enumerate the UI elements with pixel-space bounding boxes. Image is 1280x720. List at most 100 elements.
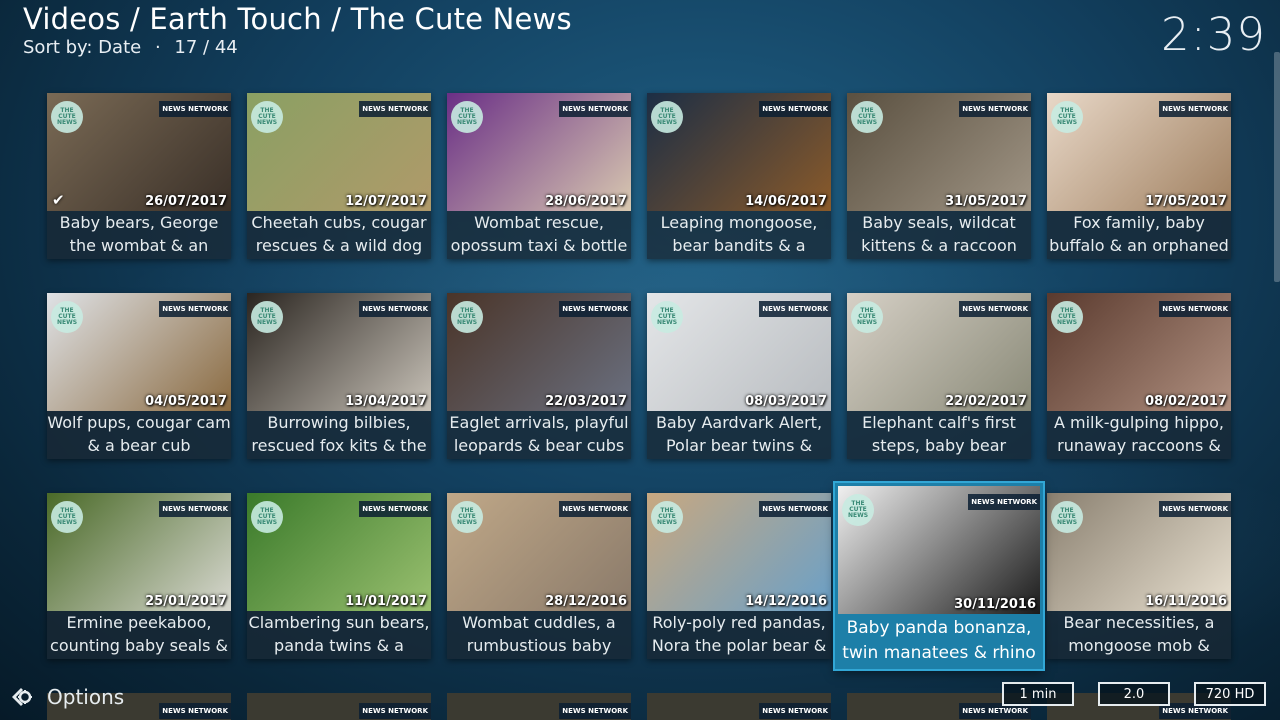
video-thumbnail: THE CUTE NEWS NEWS NETWORK 08/03/2017 [647, 293, 831, 411]
video-tile[interactable]: THE CUTE NEWS NEWS NETWORK 25/01/2017 Ermine … [47, 493, 231, 659]
video-tile[interactable]: THE CUTE NEWS NEWS NETWORK 17/05/2017 Fox fam… [1047, 93, 1231, 259]
video-title: Leaping mongoose, bear bandits & a [660, 213, 818, 255]
video-date: 14/06/2017 [745, 194, 827, 209]
video-tile[interactable]: THE CUTE NEWS NEWS NETWORK 08/02/2017 A milk-… [1047, 293, 1231, 459]
news-network-logo: NEWS NETWORK [759, 703, 831, 719]
cute-news-logo: THE CUTE NEWS [651, 101, 683, 133]
video-tile[interactable]: THE CUTE NEWS NEWS NETWORK 08/03/2017 Baby Aa… [647, 293, 831, 459]
video-thumbnail: THE CUTE NEWS NEWS NETWORK 22/03/2017 [447, 293, 631, 411]
video-tile-partial[interactable]: NEWS NETWORK [647, 693, 831, 720]
video-tile[interactable]: THE CUTE NEWS NEWS NETWORK 13/04/2017 Burrowi… [247, 293, 431, 459]
video-thumbnail: THE CUTE NEWS NEWS NETWORK 26/07/2017 ✔ [47, 93, 231, 211]
cute-news-logo: THE CUTE NEWS [251, 501, 283, 533]
video-date: 26/07/2017 [145, 194, 227, 209]
cute-news-logo: THE CUTE NEWS [1051, 301, 1083, 333]
video-tile[interactable]: THE CUTE NEWS NEWS NETWORK 30/11/2016 Baby pa… [835, 483, 1043, 669]
video-tile[interactable]: THE CUTE NEWS NEWS NETWORK 11/01/2017 Clamber… [247, 493, 431, 659]
video-title: Wolf pups, cougar cam & a bear cub [47, 413, 231, 455]
video-title: Fox family, baby buffalo & an orphaned [1049, 213, 1229, 255]
separator: · [154, 37, 161, 58]
scrollbar[interactable] [1274, 52, 1280, 282]
video-date: 08/02/2017 [1145, 394, 1227, 409]
video-thumbnail: THE CUTE NEWS NEWS NETWORK 22/02/2017 [847, 293, 1031, 411]
news-network-logo: NEWS NETWORK [159, 301, 231, 317]
sort-label[interactable]: Sort by: Date [23, 37, 141, 58]
video-thumbnail: THE CUTE NEWS NEWS NETWORK 13/04/2017 [247, 293, 431, 411]
cute-news-logo: THE CUTE NEWS [1051, 101, 1083, 133]
options-label: Options [47, 685, 125, 709]
video-tile[interactable]: THE CUTE NEWS NEWS NETWORK 28/06/2017 Wombat … [447, 93, 631, 259]
item-position: 17 / 44 [174, 37, 238, 58]
video-title: Baby Aardvark Alert, Polar bear twins & [655, 413, 823, 455]
video-tile[interactable]: THE CUTE NEWS NEWS NETWORK 04/05/2017 Wolf pu… [47, 293, 231, 459]
video-title: A milk-gulping hippo, runaway raccoons & [1053, 413, 1225, 455]
cute-news-logo: THE CUTE NEWS [451, 101, 483, 133]
cute-news-logo: THE CUTE NEWS [451, 301, 483, 333]
options-icon [12, 688, 32, 706]
cute-news-logo: THE CUTE NEWS [51, 501, 83, 533]
video-title: Clambering sun bears, panda twins & a [248, 613, 430, 655]
news-network-logo: NEWS NETWORK [1159, 301, 1231, 317]
video-quality-badge: 720 HD [1194, 682, 1266, 706]
video-tile-partial[interactable]: NEWS NETWORK [447, 693, 631, 720]
watched-check-icon: ✔ [52, 191, 65, 209]
news-network-logo: NEWS NETWORK [959, 101, 1031, 117]
video-thumbnail: THE CUTE NEWS NEWS NETWORK 25/01/2017 [47, 493, 231, 611]
video-thumbnail: THE CUTE NEWS NEWS NETWORK 14/12/2016 [647, 493, 831, 611]
video-tile[interactable]: THE CUTE NEWS NEWS NETWORK 26/07/2017 ✔ Baby b… [47, 93, 231, 259]
video-title: Bear necessities, a mongoose mob & [1063, 613, 1215, 655]
news-network-logo: NEWS NETWORK [759, 101, 831, 117]
clock: 2:39 [1160, 8, 1266, 61]
news-network-logo: NEWS NETWORK [359, 301, 431, 317]
news-network-logo: NEWS NETWORK [559, 501, 631, 517]
video-tile[interactable]: THE CUTE NEWS NEWS NETWORK 22/03/2017 Eaglet … [447, 293, 631, 459]
news-network-logo: NEWS NETWORK [559, 301, 631, 317]
news-network-logo: NEWS NETWORK [359, 101, 431, 117]
sort-info: Sort by: Date · 17 / 44 [23, 37, 238, 58]
audio-badge: 2.0 [1098, 682, 1170, 706]
video-thumbnail: THE CUTE NEWS NEWS NETWORK 12/07/2017 [247, 93, 431, 211]
video-title: Baby bears, George the wombat & an [59, 213, 219, 255]
news-network-logo: NEWS NETWORK [559, 703, 631, 719]
video-thumbnail: THE CUTE NEWS NEWS NETWORK 14/06/2017 [647, 93, 831, 211]
options-button[interactable]: Options [8, 682, 124, 712]
news-network-logo: NEWS NETWORK [159, 101, 231, 117]
video-tile[interactable]: THE CUTE NEWS NEWS NETWORK 14/12/2016 Roly-po… [647, 493, 831, 659]
news-network-logo: NEWS NETWORK [359, 703, 431, 719]
video-date: 28/12/2016 [545, 594, 627, 609]
video-date: 08/03/2017 [745, 394, 827, 409]
video-date: 04/05/2017 [145, 394, 227, 409]
video-tile[interactable]: THE CUTE NEWS NEWS NETWORK 14/06/2017 Leaping… [647, 93, 831, 259]
video-title: Eaglet arrivals, playful leopards & bear… [449, 413, 629, 455]
cute-news-logo: THE CUTE NEWS [851, 301, 883, 333]
video-tile[interactable]: THE CUTE NEWS NEWS NETWORK 22/02/2017 Elephan… [847, 293, 1031, 459]
news-network-logo: NEWS NETWORK [959, 301, 1031, 317]
video-thumbnail: THE CUTE NEWS NEWS NETWORK 11/01/2017 [247, 493, 431, 611]
video-tile[interactable]: THE CUTE NEWS NEWS NETWORK 31/05/2017 Baby se… [847, 93, 1031, 259]
cute-news-logo: THE CUTE NEWS [51, 301, 83, 333]
cute-news-logo: THE CUTE NEWS [251, 101, 283, 133]
news-network-logo: NEWS NETWORK [759, 501, 831, 517]
video-tile-partial[interactable]: NEWS NETWORK [247, 693, 431, 720]
video-tile[interactable]: THE CUTE NEWS NEWS NETWORK 12/07/2017 Cheetah… [247, 93, 431, 259]
news-network-logo: NEWS NETWORK [968, 494, 1040, 510]
video-thumbnail: THE CUTE NEWS NEWS NETWORK 30/11/2016 [838, 486, 1040, 614]
video-date: 31/05/2017 [945, 194, 1027, 209]
cute-news-logo: THE CUTE NEWS [451, 501, 483, 533]
video-date: 30/11/2016 [954, 597, 1036, 612]
video-thumbnail: THE CUTE NEWS NEWS NETWORK 31/05/2017 [847, 93, 1031, 211]
video-title: Cheetah cubs, cougar rescues & a wild do… [251, 213, 427, 255]
news-network-logo: NEWS NETWORK [1159, 101, 1231, 117]
cute-news-logo: THE CUTE NEWS [651, 501, 683, 533]
video-tile[interactable]: THE CUTE NEWS NEWS NETWORK 16/11/2016 Bear ne… [1047, 493, 1231, 659]
video-tile[interactable]: THE CUTE NEWS NEWS NETWORK 28/12/2016 Wombat … [447, 493, 631, 659]
video-thumbnail: THE CUTE NEWS NEWS NETWORK 28/06/2017 [447, 93, 631, 211]
video-date: 22/02/2017 [945, 394, 1027, 409]
video-date: 25/01/2017 [145, 594, 227, 609]
video-date: 28/06/2017 [545, 194, 627, 209]
news-network-logo: NEWS NETWORK [159, 703, 231, 719]
cute-news-logo: THE CUTE NEWS [651, 301, 683, 333]
video-thumbnail: THE CUTE NEWS NEWS NETWORK 17/05/2017 [1047, 93, 1231, 211]
news-network-logo: NEWS NETWORK [1159, 501, 1231, 517]
video-date: 17/05/2017 [1145, 194, 1227, 209]
